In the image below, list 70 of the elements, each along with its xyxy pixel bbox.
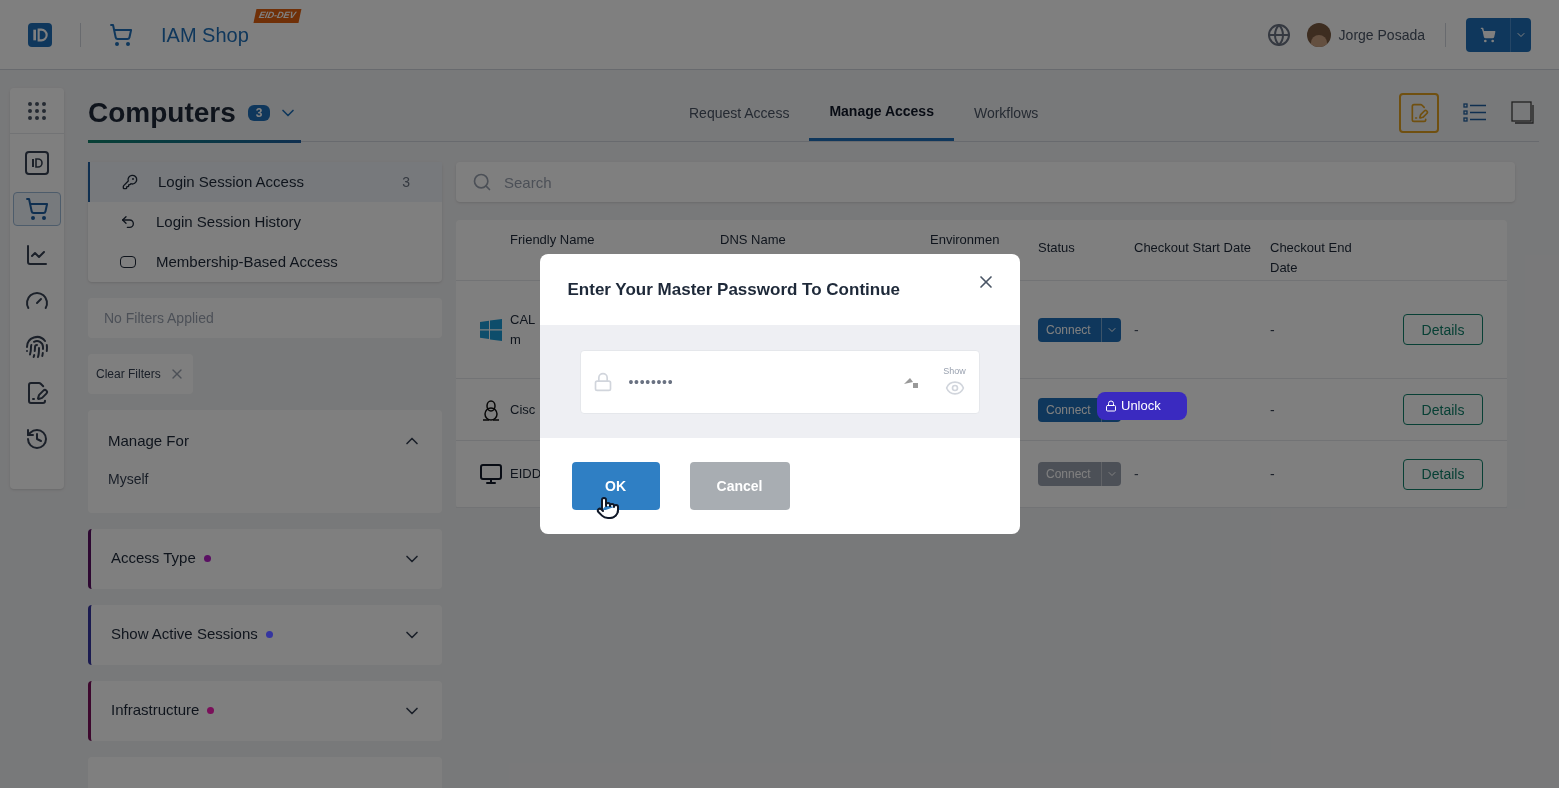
tab[interactable]: Request Access (669, 84, 810, 141)
column-header[interactable]: Friendly Name (510, 230, 720, 250)
cart-icon (1480, 26, 1496, 43)
chart-icon (25, 243, 49, 267)
filter-panel[interactable]: Infrastructure (88, 680, 442, 741)
column-header[interactable]: Environmen (930, 230, 1038, 250)
app-title: IAM Shop (161, 23, 249, 46)
tab[interactable]: Manage Access (809, 84, 954, 141)
vip-icon (120, 256, 136, 268)
column-header[interactable]: Status (1038, 230, 1134, 258)
unlock-tooltip[interactable]: Unlock (1097, 392, 1187, 420)
tab[interactable]: Workflows (953, 84, 1059, 141)
list-view-icon[interactable] (1463, 102, 1487, 123)
details-button[interactable]: Details (1403, 314, 1483, 345)
clear-filters-button[interactable]: Clear Filters (88, 354, 193, 394)
id-icon (25, 151, 49, 175)
table-cell-text: - (1134, 465, 1140, 484)
filter-title: Show Active Sessions (111, 624, 258, 645)
lock-icon (592, 371, 613, 392)
key-icon (122, 174, 138, 190)
hand-cursor-icon (595, 496, 620, 520)
user-name[interactable]: Jorge Posada (1338, 24, 1425, 45)
show-password-toggle[interactable]: Show (942, 364, 967, 399)
filter-title: Access Type (111, 548, 196, 569)
fingerprint-icon (25, 335, 49, 359)
column-header[interactable]: Checkout Start Date (1134, 230, 1270, 258)
globe-icon (1266, 22, 1291, 47)
history-icon (25, 427, 49, 451)
dialog-button[interactable]: Cancel (689, 462, 790, 510)
card-view-icon[interactable] (1511, 100, 1535, 125)
table-cell-text: m (510, 330, 522, 349)
form-icon (1409, 102, 1429, 123)
filter-panel[interactable]: Access Type (88, 528, 442, 589)
filter-title: Manage For (108, 431, 189, 451)
dialog-title: Enter Your Master Password To Continue (567, 278, 900, 301)
monitor-icon (479, 462, 503, 486)
form-icon (25, 381, 49, 405)
filter-panel[interactable]: Manage For Myself (88, 410, 442, 513)
connect-button[interactable]: Connect (1038, 317, 1121, 342)
details-button[interactable]: Details (1403, 394, 1483, 425)
table-cell-text: - (1134, 320, 1140, 340)
logo-icon (28, 22, 52, 47)
column-header[interactable]: Checkout End Date (1270, 230, 1390, 277)
side-menu-item[interactable]: Membership-Based Access (88, 242, 442, 282)
filter-value: Myself (108, 469, 150, 489)
user-avatar[interactable] (1306, 22, 1331, 47)
count-badge: 3 (247, 104, 271, 121)
windows-icon (479, 317, 503, 342)
cart-button[interactable] (1466, 17, 1531, 52)
column-header[interactable]: DNS Name (720, 230, 930, 250)
page-title: Computers (88, 95, 236, 130)
cart-icon (109, 22, 133, 47)
filter-title: Infrastructure (111, 700, 200, 721)
environment-badge: EID-DEV (253, 8, 301, 22)
cart-icon (25, 197, 49, 221)
table-cell-text: - (1270, 320, 1276, 340)
filter-panel[interactable]: Show Active Sessions (88, 604, 442, 665)
lock-icon (1105, 400, 1117, 412)
side-menu-item[interactable]: Login Session History (88, 202, 442, 242)
table-cell-text: - (1270, 465, 1276, 484)
return-icon (120, 214, 136, 230)
table-cell-text: EIDD (510, 465, 543, 484)
rail-item[interactable] (13, 192, 61, 226)
side-menu-item[interactable]: Login Session Access 3 (88, 162, 442, 202)
table-cell-text: - (1270, 400, 1276, 420)
table-cell-text: Cisc (510, 400, 537, 419)
table-cell-text: CAL (510, 311, 537, 329)
password-value: •••••••• (628, 372, 674, 392)
password-field[interactable]: •••••••• Show (579, 349, 980, 414)
search-icon (472, 172, 492, 192)
